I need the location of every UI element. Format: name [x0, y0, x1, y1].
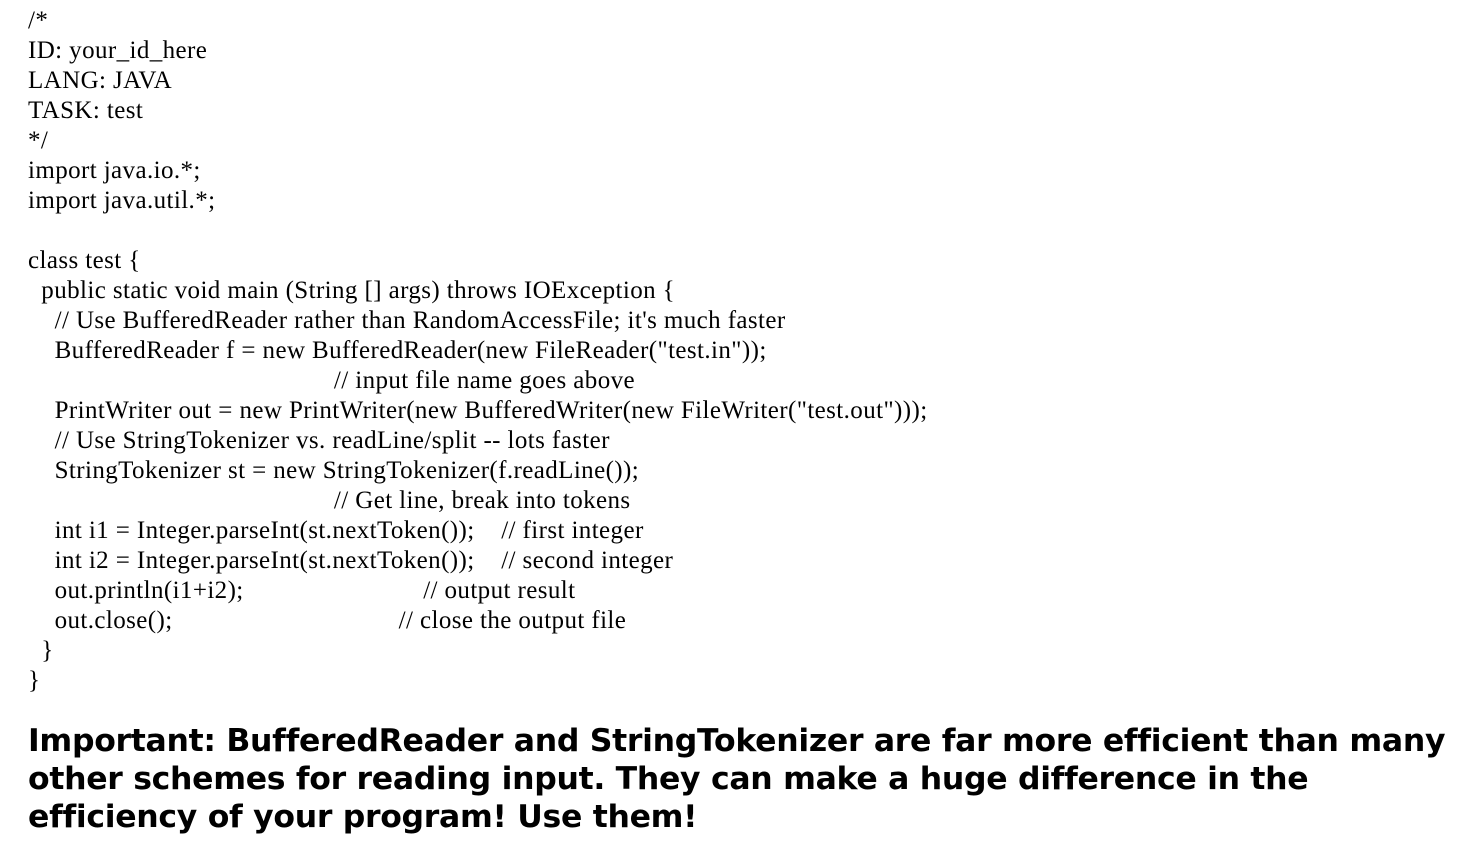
code-line: int i1 = Integer.parseInt(st.nextToken()… [28, 517, 644, 544]
code-line: } [28, 637, 54, 664]
code-line: out.close(); // close the output file [28, 607, 627, 634]
code-listing: /* ID: your_id_here LANG: JAVA TASK: test */… [28, 6, 928, 696]
code-line: import java.io.*; [28, 157, 201, 184]
code-line: TASK: test [28, 97, 144, 124]
code-line: // Use StringTokenizer vs. readLine/spli… [28, 427, 610, 454]
code-line: ID: your_id_here [28, 37, 208, 64]
code-line: // Use BufferedReader rather than Random… [28, 307, 786, 334]
code-line: out.println(i1+i2); // output result [28, 577, 576, 604]
code-line: /* [28, 7, 49, 34]
code-line: PrintWriter out = new PrintWriter(new Bu… [28, 397, 928, 424]
code-line: // input file name goes above [28, 367, 636, 394]
code-line: */ [28, 127, 49, 154]
important-note: Important: BufferedReader and StringToke… [28, 723, 1446, 835]
code-line: } [28, 667, 41, 694]
code-line: BufferedReader f = new BufferedReader(ne… [28, 337, 767, 364]
code-line: public static void main (String [] args)… [28, 277, 676, 304]
code-line: import java.util.*; [28, 187, 216, 214]
code-line: // Get line, break into tokens [28, 487, 631, 514]
code-line: int i2 = Integer.parseInt(st.nextToken()… [28, 547, 674, 574]
code-line: LANG: JAVA [28, 67, 173, 94]
code-line: class test { [28, 247, 141, 274]
code-line: StringTokenizer st = new StringTokenizer… [28, 457, 640, 484]
